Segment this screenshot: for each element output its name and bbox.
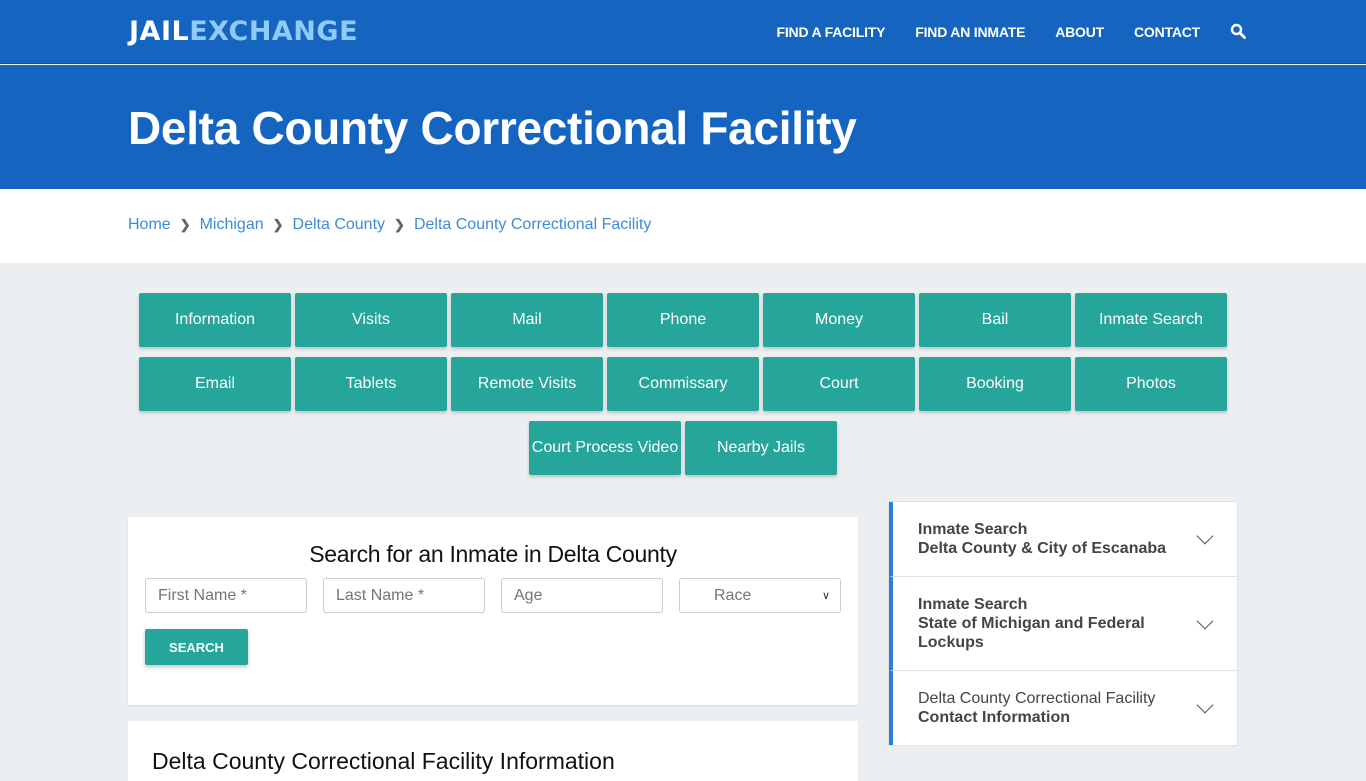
tile-row: Email Tablets Remote Visits Commissary C… — [137, 357, 1229, 411]
breadcrumb-facility[interactable]: Delta County Correctional Facility — [414, 216, 651, 234]
search-button[interactable]: SEARCH — [145, 629, 248, 665]
accordion-state-inmate-search[interactable]: Inmate Search State of Michigan and Fede… — [889, 577, 1237, 671]
page-title: Delta County Correctional Facility — [128, 102, 857, 154]
chevron-down-icon — [1196, 527, 1214, 545]
tile-inmate-search[interactable]: Inmate Search — [1075, 293, 1227, 347]
page-hero: Delta County Correctional Facility — [0, 65, 1366, 189]
search-title: Search for an Inmate in Delta County — [309, 541, 677, 567]
accordion-line1: Inmate Search — [918, 521, 1028, 538]
accordion-line2: Delta County & City of Escanaba — [918, 540, 1167, 557]
chevron-right-icon: ❯ — [179, 217, 191, 232]
tile-phone[interactable]: Phone — [607, 293, 759, 347]
tile-nearby-jails[interactable]: Nearby Jails — [685, 421, 837, 475]
chevron-right-icon: ❯ — [394, 217, 405, 232]
chevron-down-icon: ∨ — [821, 590, 830, 602]
inmate-search-card: Search for an Inmate in Delta County Rac… — [128, 517, 858, 705]
tile-row: Court Process Video Nearby Jails — [137, 421, 1229, 475]
main-nav: FIND A FACILITY FIND AN INMATE ABOUT CON… — [747, 0, 1248, 64]
tile-information[interactable]: Information — [139, 293, 291, 347]
nav-find-facility[interactable]: FIND A FACILITY — [777, 24, 886, 40]
tile-money[interactable]: Money — [763, 293, 915, 347]
tile-tablets[interactable]: Tablets — [295, 357, 447, 411]
sidebar-accordion: Inmate Search Delta County & City of Esc… — [888, 501, 1238, 746]
accordion-contact-info[interactable]: Delta County Correctional Facility Conta… — [889, 671, 1237, 745]
tile-remote-visits[interactable]: Remote Visits — [451, 357, 603, 411]
search-icon[interactable] — [1230, 23, 1248, 41]
race-select-value: Race — [714, 586, 752, 604]
chevron-right-icon: ❯ — [272, 217, 284, 232]
tile-booking[interactable]: Booking — [919, 357, 1071, 411]
tile-commissary[interactable]: Commissary — [607, 357, 759, 411]
breadcrumb-michigan[interactable]: Michigan — [200, 216, 264, 234]
logo-exchange: EXCHANGE — [189, 16, 359, 47]
breadcrumb: Home ❯ Michigan ❯ Delta County ❯ Delta C… — [128, 216, 651, 234]
logo-jail: JAIL — [129, 16, 190, 47]
tile-visits[interactable]: Visits — [295, 293, 447, 347]
nav-contact[interactable]: CONTACT — [1134, 24, 1200, 40]
first-name-input[interactable] — [145, 578, 307, 613]
accordion-line1: Delta County Correctional Facility — [918, 690, 1156, 707]
accordion-line2: State of Michigan and Federal Lockups — [918, 615, 1145, 651]
tile-email[interactable]: Email — [139, 357, 291, 411]
facility-section-tiles: Information Visits Mail Phone Money Bail… — [137, 293, 1229, 485]
breadcrumb-delta-county[interactable]: Delta County — [293, 216, 386, 234]
nav-about[interactable]: ABOUT — [1055, 24, 1104, 40]
facility-info-card: Delta County Correctional Facility Infor… — [128, 721, 858, 781]
tile-bail[interactable]: Bail — [919, 293, 1071, 347]
tile-court-process-video[interactable]: Court Process Video — [529, 421, 681, 475]
chevron-down-icon — [1196, 696, 1214, 714]
nav-find-inmate[interactable]: FIND AN INMATE — [915, 24, 1025, 40]
search-fields: Race ∨ — [145, 578, 857, 613]
race-select[interactable]: Race ∨ — [679, 578, 841, 613]
last-name-input[interactable] — [323, 578, 485, 613]
site-logo[interactable]: JAILEXCHANGE — [129, 16, 358, 47]
top-navbar: JAILEXCHANGE FIND A FACILITY FIND AN INM… — [0, 0, 1366, 64]
tile-mail[interactable]: Mail — [451, 293, 603, 347]
chevron-down-icon — [1196, 612, 1214, 629]
tile-row: Information Visits Mail Phone Money Bail… — [137, 293, 1229, 347]
age-input[interactable] — [501, 578, 663, 613]
accordion-county-inmate-search[interactable]: Inmate Search Delta County & City of Esc… — [889, 502, 1237, 577]
breadcrumb-home[interactable]: Home — [128, 216, 171, 234]
tile-photos[interactable]: Photos — [1075, 357, 1227, 411]
breadcrumb-bar: Home ❯ Michigan ❯ Delta County ❯ Delta C… — [0, 189, 1366, 263]
accordion-line2: Contact Information — [918, 709, 1070, 726]
info-title: Delta County Correctional Facility Infor… — [152, 748, 615, 774]
tile-court[interactable]: Court — [763, 357, 915, 411]
accordion-line1: Inmate Search — [918, 596, 1028, 613]
